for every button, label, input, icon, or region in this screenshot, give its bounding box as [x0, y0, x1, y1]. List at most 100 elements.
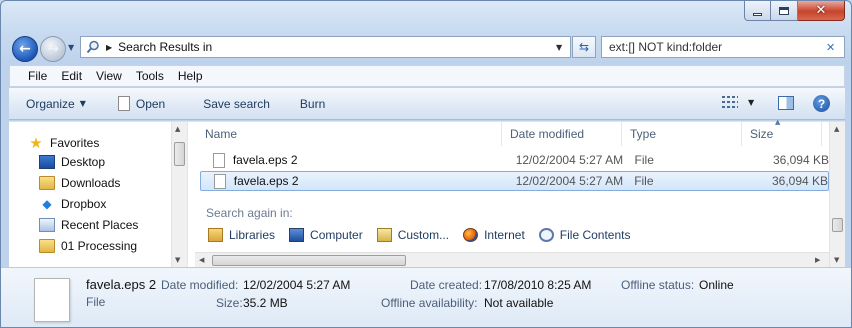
- column-label: Type: [630, 127, 657, 141]
- burn-label: Burn: [299, 96, 326, 111]
- table-row-selected[interactable]: favela.eps 2 12/02/2004 5:27 AM File 36,…: [200, 171, 829, 191]
- clear-search-icon[interactable]: ✕: [826, 41, 844, 54]
- refresh-button[interactable]: ⇆: [572, 36, 596, 58]
- back-arrow-icon: ←: [19, 41, 31, 57]
- table-row[interactable]: favela.eps 2 12/02/2004 5:27 AM File 36,…: [200, 150, 829, 170]
- libraries-icon: [208, 228, 223, 242]
- offline-status-label: Offline status:: [621, 278, 695, 292]
- maximize-button[interactable]: [771, 1, 798, 21]
- menu-bar: File Edit View Tools Help: [9, 65, 845, 87]
- column-headers: Name Date modified Type ▲ Size: [195, 118, 829, 146]
- open-button[interactable]: Open: [117, 96, 166, 111]
- nav-item-desktop[interactable]: Desktop: [39, 155, 105, 169]
- scroll-left-icon[interactable]: ◀: [199, 256, 204, 264]
- nav-item-dropbox[interactable]: ◆ Dropbox: [39, 197, 106, 211]
- chevron-down-icon: ▼: [79, 99, 86, 108]
- scroll-up-icon[interactable]: ▲: [175, 125, 180, 133]
- nav-item-label: 01 Processing: [61, 239, 138, 253]
- document-icon: [117, 96, 130, 111]
- command-bar: Organize ▼ Open Save search Burn ▼ ?: [9, 88, 845, 120]
- recent-places-icon: [39, 218, 55, 232]
- navigation-scrollbar[interactable]: ▲ ▼: [171, 122, 187, 268]
- close-button[interactable]: ✕: [798, 1, 845, 21]
- size-value: 35.2 MB: [243, 296, 288, 310]
- scroll-down-icon[interactable]: ▼: [175, 256, 180, 264]
- search-again-custom[interactable]: Custom...: [376, 228, 449, 242]
- organize-button[interactable]: Organize ▼: [26, 97, 86, 111]
- search-input[interactable]: ext:[] NOT kind:folder ✕: [601, 36, 845, 58]
- file-icon: [213, 152, 225, 168]
- vertical-scrollbar[interactable]: ▲ ▼: [829, 122, 845, 268]
- organize-label: Organize: [26, 96, 75, 111]
- search-again-file-contents[interactable]: File Contents: [538, 228, 631, 242]
- menu-view[interactable]: View: [96, 69, 122, 83]
- forward-arrow-icon: →: [47, 41, 59, 57]
- menu-help[interactable]: Help: [178, 69, 203, 83]
- horizontal-scrollbar[interactable]: ◀ ▶: [195, 252, 829, 268]
- content-area: ★ Favorites Desktop Downloads ◆ Dropbox …: [9, 118, 845, 268]
- file-type: File: [634, 174, 654, 188]
- option-label: Internet: [484, 228, 525, 242]
- scroll-up-icon[interactable]: ▲: [834, 125, 839, 133]
- custom-folder-icon: [376, 228, 392, 242]
- file-date-modified: 12/02/2004 5:27 AM: [515, 153, 624, 167]
- burn-button[interactable]: Burn: [300, 97, 325, 111]
- minimize-icon: [753, 12, 762, 16]
- search-again-options: Libraries Computer Custom... Internet Fi…: [208, 228, 644, 242]
- address-dropdown-icon[interactable]: ▼: [556, 43, 570, 52]
- nav-favorites[interactable]: ★ Favorites: [28, 134, 99, 152]
- scroll-down-icon[interactable]: ▼: [834, 256, 839, 264]
- breadcrumb[interactable]: Search Results in: [118, 40, 556, 54]
- menu-edit[interactable]: Edit: [61, 69, 82, 83]
- navigation-pane: ★ Favorites Desktop Downloads ◆ Dropbox …: [9, 122, 187, 268]
- nav-item-recent-places[interactable]: Recent Places: [39, 218, 138, 232]
- nav-item-label: Recent Places: [61, 218, 139, 232]
- refresh-icon: ⇆: [578, 40, 590, 54]
- nav-favorites-label: Favorites: [50, 136, 100, 150]
- sort-ascending-icon: ▲: [775, 118, 781, 126]
- column-name[interactable]: Name: [195, 122, 502, 146]
- close-icon: ✕: [815, 3, 827, 18]
- nav-item-label: Desktop: [61, 155, 106, 169]
- option-label: Libraries: [229, 228, 276, 242]
- explorer-window: ✕ ← → ▼ ▶ Search Results in ▼ ⇆ ext:[] N…: [0, 0, 852, 328]
- column-size[interactable]: ▲ Size: [742, 118, 822, 146]
- search-again-internet[interactable]: Internet: [463, 228, 525, 242]
- scrollbar-thumb[interactable]: [174, 142, 185, 166]
- offline-status-value: Online: [699, 278, 734, 292]
- column-date-modified[interactable]: Date modified: [502, 122, 622, 146]
- maximize-icon: [779, 6, 789, 15]
- nav-item-downloads[interactable]: Downloads: [39, 176, 120, 190]
- menu-file[interactable]: File: [28, 69, 47, 83]
- column-type[interactable]: Type: [622, 122, 742, 146]
- file-size: 36,094 KB: [771, 174, 829, 188]
- breadcrumb-chevron-icon[interactable]: ▶: [106, 43, 112, 52]
- view-dropdown-icon[interactable]: ▼: [748, 98, 754, 107]
- nav-item-01-processing[interactable]: 01 Processing: [39, 239, 137, 253]
- address-bar[interactable]: ▶ Search Results in ▼: [80, 36, 571, 58]
- column-label: Size: [750, 127, 774, 141]
- offline-availability-label: Offline availability:: [381, 296, 478, 310]
- pane-splitter[interactable]: [187, 122, 195, 268]
- file-name: favela.eps 2: [232, 153, 298, 167]
- option-label: File Contents: [559, 228, 631, 242]
- preview-pane-icon[interactable]: [778, 96, 794, 110]
- help-icon[interactable]: ?: [813, 95, 830, 112]
- change-view-button[interactable]: ▼: [722, 96, 754, 108]
- menu-tools[interactable]: Tools: [136, 69, 164, 83]
- offline-availability-value: Not available: [484, 296, 554, 310]
- scrollbar-thumb[interactable]: [212, 255, 406, 266]
- recent-pages-dropdown[interactable]: ▼: [68, 43, 74, 52]
- star-icon: ★: [29, 134, 43, 152]
- search-query[interactable]: ext:[] NOT kind:folder: [602, 40, 826, 54]
- save-search-button[interactable]: Save search: [203, 97, 270, 111]
- minimize-button[interactable]: [744, 1, 771, 21]
- forward-button[interactable]: →: [40, 36, 66, 62]
- back-button[interactable]: ←: [12, 36, 38, 62]
- scrollbar-thumb[interactable]: [832, 218, 843, 232]
- nav-item-label: Downloads: [61, 176, 121, 190]
- search-again-computer[interactable]: Computer: [289, 228, 363, 242]
- search-again-libraries[interactable]: Libraries: [208, 228, 275, 242]
- scroll-right-icon[interactable]: ▶: [815, 256, 820, 264]
- open-label: Open: [135, 96, 166, 111]
